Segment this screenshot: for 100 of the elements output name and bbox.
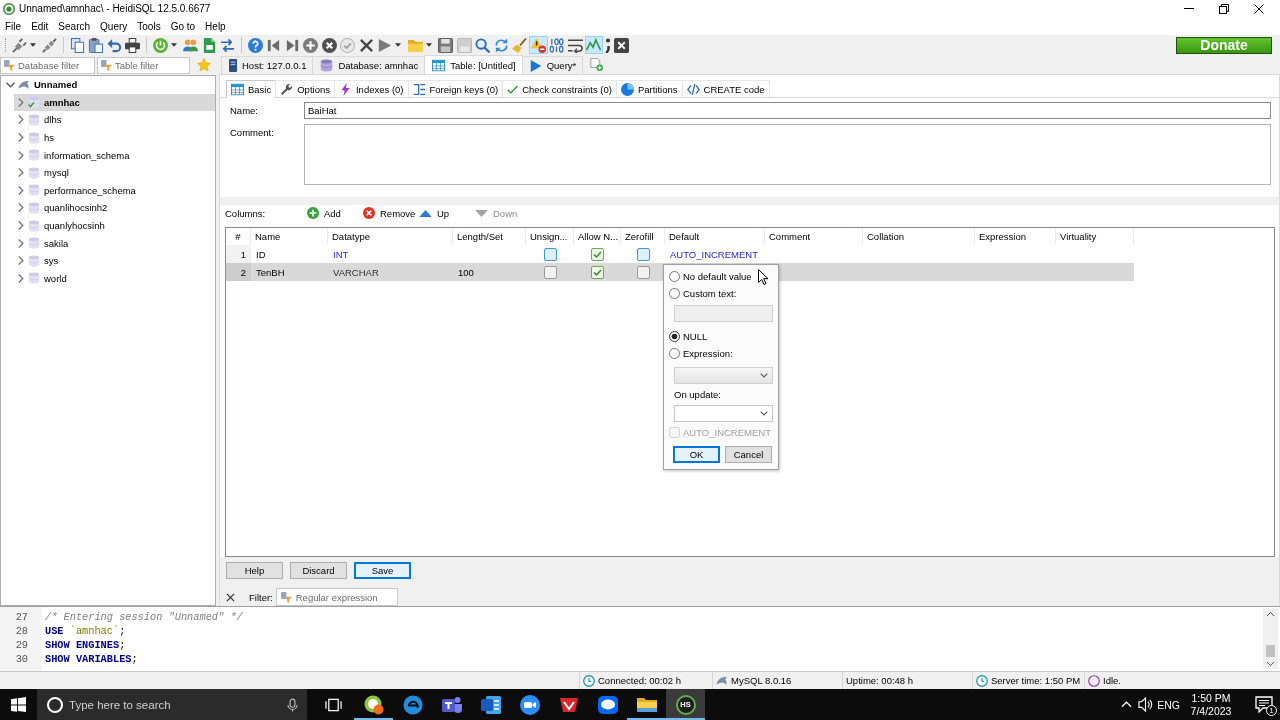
star-icon[interactable] xyxy=(197,58,211,72)
tab[interactable]: Query* xyxy=(521,56,584,74)
tree-item[interactable]: sys xyxy=(14,251,215,270)
menu-item[interactable]: Go to xyxy=(165,20,201,32)
tree-item[interactable]: dlhs xyxy=(14,111,215,129)
database-icon xyxy=(28,166,40,179)
speech-bubble-icon[interactable] xyxy=(1255,696,1273,713)
close-icon[interactable] xyxy=(226,592,235,602)
speaker-icon[interactable] xyxy=(1138,697,1154,712)
column-header[interactable]: Comment xyxy=(765,228,863,245)
chevron-down-icon xyxy=(760,411,768,416)
tab[interactable]: Foreign keys (0) xyxy=(407,80,504,97)
radio-option[interactable]: Expression: xyxy=(669,345,733,362)
tree-item[interactable]: mysql xyxy=(14,163,215,182)
toolbar-button[interactable] xyxy=(436,36,455,54)
stacked-windows-icon[interactable] xyxy=(325,696,342,713)
menu-item[interactable]: Search xyxy=(53,20,96,32)
power-icon xyxy=(152,37,168,53)
toolbar-button[interactable]: Add xyxy=(305,205,361,221)
caret-icon xyxy=(29,43,36,47)
status-text: Uptime: 00:48 h xyxy=(846,675,914,686)
database-filter-field[interactable]: Database filter xyxy=(0,56,95,74)
dialog-button[interactable]: Save xyxy=(354,562,411,579)
column-header[interactable]: Expression xyxy=(975,228,1056,245)
checkbox[interactable] xyxy=(636,247,650,261)
toolbar-button[interactable] xyxy=(86,36,105,54)
tab[interactable]: Table: [Untitled] xyxy=(424,55,523,74)
language-indicator[interactable]: ENG xyxy=(1157,698,1180,711)
chevron-up-icon[interactable] xyxy=(1121,701,1133,708)
column-header[interactable]: Allow N... xyxy=(574,228,621,245)
column-header[interactable]: Zerofill xyxy=(621,228,665,245)
scrollbar[interactable] xyxy=(1263,609,1278,669)
column-header[interactable]: Default xyxy=(665,228,765,245)
menu-item[interactable]: File xyxy=(0,20,27,32)
filter-field[interactable]: Regular expression xyxy=(275,588,398,606)
tab[interactable]: CREATE code xyxy=(681,80,770,97)
menu-item[interactable]: Query xyxy=(95,20,133,32)
name-field[interactable]: BaiHat xyxy=(304,102,1271,119)
radio-option[interactable]: Custom text: xyxy=(669,285,737,302)
zigzag-icon xyxy=(586,37,602,53)
menu-item[interactable]: Tools xyxy=(132,20,166,32)
wrap-lines-icon xyxy=(567,37,583,53)
tree-item[interactable]: hs xyxy=(14,128,215,147)
microphone-icon[interactable] xyxy=(286,697,299,712)
checkbox[interactable] xyxy=(543,247,557,261)
tree-item[interactable]: quanlyhocsinh xyxy=(14,216,215,235)
x-circle-icon xyxy=(321,37,337,53)
tree-item[interactable]: world xyxy=(14,269,215,288)
four-squares-icon[interactable] xyxy=(11,697,26,712)
tree-item[interactable]: Unnamed xyxy=(4,76,215,94)
ring-icon xyxy=(1088,674,1100,687)
tab[interactable]: Indexes (0) xyxy=(334,80,409,97)
tab[interactable]: Database: amnhac xyxy=(312,56,426,74)
column-header[interactable]: Length/Set xyxy=(453,228,526,245)
toolbar-button[interactable] xyxy=(357,36,376,54)
tree-item[interactable]: amnhac xyxy=(14,93,215,112)
close-icon[interactable] xyxy=(1254,3,1264,14)
toolbar-button[interactable] xyxy=(603,36,613,54)
dialog-button[interactable]: Discard xyxy=(290,562,347,579)
tree-item[interactable]: quanlihocsinh2 xyxy=(14,199,215,217)
radio-option[interactable]: NULL xyxy=(669,328,708,345)
clock-date[interactable]: 7/4/2023 xyxy=(1190,704,1232,718)
toolbar-button[interactable] xyxy=(612,36,631,54)
search-field[interactable]: Type here to search xyxy=(37,689,307,720)
tab[interactable]: Host: 127.0.0.1 xyxy=(221,56,314,74)
table-row[interactable]: 1 ID INT AUTO_INCREMENT xyxy=(226,245,1134,263)
tab[interactable]: Partitions xyxy=(615,80,683,97)
column-header[interactable]: Collation xyxy=(863,228,975,245)
clock-time[interactable]: 1:50 PM xyxy=(1191,691,1231,705)
column-header[interactable]: Unsign... xyxy=(526,228,574,245)
dialog-button[interactable]: Cancel xyxy=(725,446,772,463)
line-number: 30 xyxy=(14,652,29,666)
checkbox[interactable] xyxy=(591,247,604,261)
checkbox[interactable] xyxy=(591,265,604,279)
tree-item[interactable]: performance_schema xyxy=(14,181,215,200)
menu-item[interactable]: Help xyxy=(200,20,231,32)
comment-field[interactable] xyxy=(304,124,1271,185)
dialog-button[interactable]: OK xyxy=(673,446,720,463)
column-header[interactable]: Virtuality xyxy=(1056,228,1134,245)
tree-item[interactable]: sakila xyxy=(14,234,215,252)
table-filter-field[interactable]: Table filter xyxy=(97,56,190,74)
fin-icon xyxy=(716,674,728,687)
restore-icon[interactable] xyxy=(1219,3,1229,14)
column-header[interactable]: Name xyxy=(251,228,328,245)
column-header[interactable]: Datatype xyxy=(328,228,453,245)
toolbar-button[interactable] xyxy=(68,36,87,54)
toolbar-button[interactable]: Remove xyxy=(361,205,417,221)
tab[interactable]: Check constraints (0) xyxy=(502,80,617,97)
caret-icon xyxy=(425,43,432,47)
tab[interactable]: Basic xyxy=(226,80,277,98)
document-plus-icon[interactable] xyxy=(590,58,604,71)
tab[interactable]: Options xyxy=(275,80,335,97)
toolbar-button[interactable] xyxy=(123,36,142,54)
dialog-button[interactable]: Help xyxy=(226,562,283,579)
toolbar-button[interactable] xyxy=(320,36,339,54)
tree-item[interactable]: information_schema xyxy=(14,146,215,164)
plus-circle-icon xyxy=(303,37,319,53)
toolbar-button[interactable]: Up xyxy=(417,205,473,221)
undo-icon xyxy=(106,37,122,53)
menu-item[interactable]: Edit xyxy=(26,20,54,32)
